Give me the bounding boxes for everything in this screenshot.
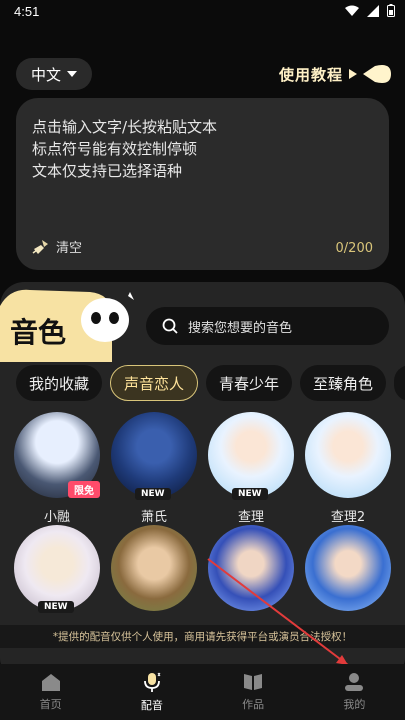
voice-avatar: 限免	[14, 412, 100, 498]
search-placeholder: 搜索您想要的音色	[188, 320, 293, 336]
voice-name: 小融	[43, 510, 70, 525]
language-select[interactable]: 中文	[16, 58, 92, 90]
voice-name: 萧氏	[140, 510, 167, 525]
voice-card[interactable]: NEW 查理	[206, 412, 296, 525]
char-count: 0/200	[335, 241, 373, 256]
usage-disclaimer: *提供的配音仅供个人使用，商用请先获得平台或演员合法授权！	[0, 625, 405, 648]
voice-card[interactable]: NEW 萧氏	[109, 412, 199, 525]
voice-search-input[interactable]: 搜索您想要的音色	[146, 307, 389, 345]
nav-works[interactable]: 作品	[203, 664, 304, 720]
voice-card[interactable]	[206, 525, 296, 611]
wifi-icon	[345, 5, 359, 16]
voice-title-badge: 音色	[0, 289, 134, 362]
nav-profile[interactable]: 我的	[304, 664, 405, 720]
status-time: 4:51	[14, 4, 40, 19]
new-badge: NEW	[135, 488, 171, 500]
clear-button[interactable]: 清空	[32, 237, 82, 256]
search-icon	[162, 318, 178, 334]
voice-title: 音色	[10, 316, 66, 349]
voice-card[interactable]	[303, 525, 393, 611]
profile-icon	[345, 673, 364, 691]
new-badge: NEW	[232, 488, 268, 500]
voice-card[interactable]	[109, 525, 199, 611]
voice-avatar	[111, 525, 197, 611]
status-bar: 4:51	[0, 0, 405, 24]
nav-dubbing-label: 配音	[140, 699, 163, 712]
microphone-icon	[143, 672, 161, 692]
tab-favorites[interactable]: 我的收藏	[16, 365, 103, 401]
tab-more[interactable]	[394, 365, 405, 401]
nav-home[interactable]: 首页	[0, 664, 101, 720]
tab-voice-lover[interactable]: 声音恋人	[110, 365, 199, 401]
voice-avatar	[208, 525, 294, 611]
tab-youth[interactable]: 青春少年	[206, 365, 293, 401]
bottom-nav: 首页 配音 作品 我的	[0, 664, 405, 720]
broom-icon	[32, 239, 48, 254]
play-arrow-icon	[349, 69, 357, 79]
nav-profile-label: 我的	[343, 698, 366, 711]
voice-category-tabs: 我的收藏 声音恋人 青春少年 至臻角色	[16, 365, 405, 401]
signal-icon	[367, 4, 379, 17]
nav-home-label: 首页	[39, 698, 62, 711]
voice-card[interactable]: NEW	[12, 525, 102, 613]
placeholder-line: 文本仅支持已选择语种	[32, 162, 183, 180]
voice-card[interactable]: 限免 小融	[12, 412, 102, 525]
tutorial-bubble-icon	[363, 65, 391, 83]
tutorial-label: 使用教程	[278, 65, 343, 84]
caret-down-icon	[67, 71, 77, 77]
voice-card[interactable]: 查理2	[303, 412, 393, 525]
book-icon	[244, 674, 263, 690]
voice-avatar: NEW	[14, 525, 100, 613]
nav-dubbing[interactable]: 配音	[101, 664, 202, 720]
new-badge: NEW	[38, 601, 74, 613]
tab-premium-roles[interactable]: 至臻角色	[300, 365, 387, 401]
voice-avatar: NEW	[208, 412, 294, 500]
tutorial-link[interactable]: 使用教程	[279, 58, 391, 90]
battery-icon	[387, 4, 395, 17]
voice-name: 查理2	[330, 510, 366, 525]
voice-avatar	[305, 412, 391, 498]
text-editor[interactable]: 点击输入文字/长按粘贴文本 标点符号能有效控制停顿 文本仅支持已选择语种 清空 …	[16, 98, 389, 270]
voice-panel: 音色 搜索您想要的音色 我的收藏 声音恋人 青春少年 至臻角色 限免 小融 NE…	[0, 282, 405, 682]
voice-name: 查理	[237, 510, 264, 525]
voice-avatar	[305, 525, 391, 611]
placeholder-line: 点击输入文字/长按粘贴文本	[32, 118, 218, 136]
language-label: 中文	[30, 65, 61, 84]
clear-label: 清空	[56, 241, 83, 256]
voice-avatar: NEW	[111, 412, 197, 500]
placeholder-line: 标点符号能有效控制停顿	[32, 140, 198, 158]
editor-placeholder: 点击输入文字/长按粘贴文本 标点符号能有效控制停顿 文本仅支持已选择语种	[32, 116, 217, 182]
limited-free-badge: 限免	[68, 481, 100, 498]
home-icon	[41, 674, 60, 691]
nav-works-label: 作品	[242, 698, 265, 711]
